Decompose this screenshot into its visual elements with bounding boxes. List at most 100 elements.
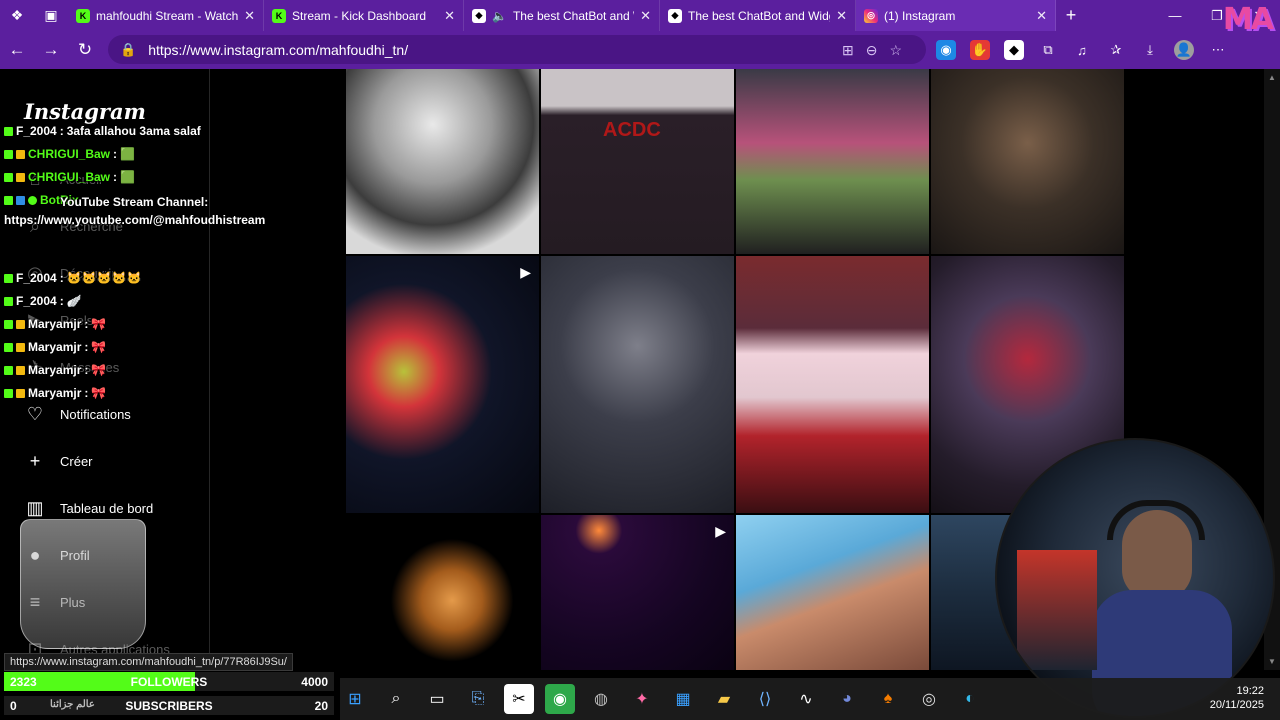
app-available-icon[interactable]: ⊞ [842,42,854,59]
zoom-icon[interactable]: ⊖ [866,42,878,59]
extension-icon[interactable]: ✋ [970,40,990,60]
chrome-icon[interactable]: ◎ [914,684,944,714]
chat-text: YouTube Stream Channel: https://www.yout… [4,195,266,227]
instagram-logo[interactable]: Instagram [24,99,146,124]
post-dark-video[interactable]: ▶ [541,515,734,670]
scroll-up-icon[interactable]: ▲ [1268,73,1276,82]
tab-title: mahfoudhi Stream - Watch L [96,8,239,23]
post-kitten[interactable] [346,515,539,670]
edge-icon[interactable]: ◐ [955,684,985,714]
sidebar-item-label: Notifications [60,407,131,422]
chat-username: F_2004 [16,271,57,285]
kick-badge-icon [4,319,13,329]
discord-icon[interactable]: ◕ [832,684,862,714]
close-icon[interactable]: ✕ [444,8,455,24]
botrix-icon: ◆ [472,8,486,23]
back-arrow-icon[interactable]: ← [0,31,34,69]
forward-arrow-icon[interactable]: → [34,31,68,69]
task-view-icon[interactable]: ▭ [422,684,452,714]
tab-title: Stream - Kick Dashboard [292,8,427,23]
new-tab-button[interactable]: + [1056,0,1086,31]
emote-icon: 🪽 [66,294,82,308]
tab-kick-stream[interactable]: K mahfoudhi Stream - Watch L ✕ [68,0,264,31]
close-icon[interactable]: ✕ [640,8,651,24]
post-turntable[interactable] [346,69,539,254]
post-toys[interactable] [736,69,929,254]
favorite-star-icon[interactable]: ☆ [889,42,902,59]
subscriber-badge-icon [16,342,25,352]
sidebar-item-notifications[interactable]: ♡ Notifications [24,404,131,425]
screen: ❖ ▣ K mahfoudhi Stream - Watch L ✕ K Str… [0,0,1280,720]
favorites-icon[interactable]: ✰ [1106,40,1126,60]
browser-toolbar: ← → ↻ 🔒 https://www.instagram.com/mahfou… [0,31,1280,69]
speaker-icon[interactable]: 🔈 [492,9,507,23]
avatar[interactable]: 👤 [1174,40,1194,60]
subscriber-badge-icon [16,319,25,329]
sidebar-item-label: Plus [60,595,86,610]
clock-time: 19:22 [1236,685,1264,697]
tab-botrix-1[interactable]: ◆ 🔈 The best ChatBot and W ✕ [464,0,660,31]
fl-studio-icon[interactable]: ♠ [873,684,903,714]
post-cat-dark[interactable] [931,69,1124,254]
system-clock[interactable]: 19:22 20/11/2025 [1210,684,1264,712]
sidebar-item-create[interactable]: + Créer [24,451,93,472]
emote-icon: 🎀 [91,317,107,331]
heart-icon: ♡ [26,404,44,424]
extensions-bar: ◉ ✋ ◆ ⧉ ♫ ✰ ⤓ 👤 ⋯ [936,31,1228,69]
music-icon[interactable]: ♫ [1072,40,1092,60]
kick-badge-icon [4,126,13,136]
chat-message: CHRIGUI_Baw : 🟩 [4,170,135,184]
video-play-icon: ▶ [520,264,531,280]
search-icon[interactable]: ⌕ [381,684,411,714]
post-acdc-shirt[interactable]: ACDC [541,69,734,254]
scroll-down-icon[interactable]: ▼ [1268,657,1276,666]
download-icon[interactable]: ⤓ [1140,40,1160,60]
post-portrait-glasses[interactable] [541,256,734,513]
tab-title: (1) Instagram [884,8,956,23]
sidebar-item-dashboard[interactable]: ▥ Tableau de bord [24,498,153,519]
close-icon[interactable]: ✕ [1036,8,1047,24]
kick-badge-icon [4,273,13,283]
chat-message: CHRIGUI_Baw : 🟩 [4,147,135,161]
tab-kick-dashboard[interactable]: K Stream - Kick Dashboard ✕ [264,0,464,31]
post-group-selfie[interactable] [736,515,929,670]
workspaces-icon[interactable]: ❖ [0,0,34,31]
post-raptors-shirt[interactable] [736,256,929,513]
chat-message: Maryamjr : 🎀 [4,363,106,377]
reload-icon[interactable]: ↻ [68,31,102,69]
remote-desktop-icon[interactable]: ⎘ [463,684,493,714]
file-explorer-icon[interactable]: ▰ [709,684,739,714]
windows-start-icon[interactable]: ⊞ [340,684,370,714]
tab-instagram[interactable]: ◎ (1) Instagram ✕ [856,0,1056,31]
more-menu-icon[interactable]: ⋯ [1208,40,1228,60]
tab-botrix-2[interactable]: ◆ The best ChatBot and Widge ✕ [660,0,856,31]
tab-actions-icon[interactable]: ▣ [34,0,68,31]
calculator-icon[interactable]: ▦ [668,684,698,714]
lock-icon[interactable]: 🔒 [120,42,136,58]
chat-message: F_2004 : 🐱🐱🐱🐱🐱 [4,271,141,285]
close-icon[interactable]: ✕ [836,8,847,24]
sidebar-item-profile[interactable]: ● Profil [24,545,90,566]
kick-badge-icon [4,388,13,398]
extensions-puzzle-icon[interactable]: ⧉ [1038,40,1058,60]
android-icon[interactable]: ◉ [545,684,575,714]
botrix-extension-icon[interactable]: ◆ [1004,40,1024,60]
subscribers-goal: 20 [314,699,328,713]
studio-gear [1017,550,1097,670]
sidebar-item-more[interactable]: ≡ Plus [24,592,86,613]
subscribers-goal-bar: 0 عالم جزائنا SUBSCRIBERS 20 [4,696,334,715]
obs-icon[interactable]: ◍ [586,684,616,714]
post-launchpad-video[interactable]: ▶ [346,256,539,513]
minimize-icon[interactable]: — [1154,0,1196,31]
chat-username: Maryamjr [28,340,82,354]
emote-icon: 🎀 [91,386,107,400]
address-bar-actions: ⊞ ⊖ ☆ [842,31,902,69]
app-icon[interactable]: ∿ [791,684,821,714]
extension-icon[interactable]: ◉ [936,40,956,60]
copilot-icon[interactable]: ✦ [627,684,657,714]
close-icon[interactable]: ✕ [244,8,255,24]
capcut-icon[interactable]: ✂ [504,684,534,714]
botrix-icon: ◆ [668,8,682,23]
vscode-icon[interactable]: ⟨⟩ [750,684,780,714]
address-bar[interactable]: 🔒 https://www.instagram.com/mahfoudhi_tn… [108,35,926,64]
